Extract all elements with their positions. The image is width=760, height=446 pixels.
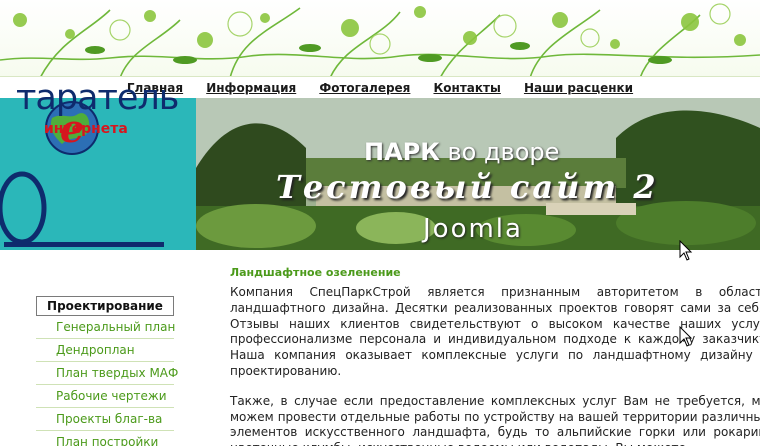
article-paragraph-2: Также, в случае если предоставление комп… — [230, 393, 760, 446]
logo-word: таратель — [16, 78, 180, 118]
mouse-pointer-icon — [679, 240, 693, 261]
park-slogan-bold: ПАРК — [364, 138, 440, 166]
sidebar-item-building-plan[interactable]: План постройки — [36, 431, 174, 446]
logo-word-main: тарател — [16, 78, 160, 118]
sidebar-menu: Проектирование Генеральный план Дендропл… — [36, 296, 178, 446]
sidebar-item-general-plan[interactable]: Генеральный план — [36, 316, 175, 339]
sidebar-item-landscaping-projects[interactable]: Проекты благ-ва — [36, 408, 174, 431]
nav-prices[interactable]: Наши расценки — [524, 81, 633, 95]
park-slogan-rest: во дворе — [439, 138, 560, 166]
floral-header — [0, 0, 760, 78]
floral-ornament — [0, 3, 760, 78]
main-content: Ландшафтное озеленение Компания СпецПарк… — [230, 266, 760, 446]
mouse-pointer-icon-2 — [679, 326, 693, 347]
sidebar-item-working-drawings[interactable]: Рабочие чертежи — [36, 385, 174, 408]
nav-info[interactable]: Информация — [206, 81, 296, 95]
sidebar-item-dendroplan[interactable]: Дендроплан — [36, 339, 174, 362]
site-title: Тестовый сайт 2 — [276, 168, 659, 206]
nav-contacts[interactable]: Контакты — [433, 81, 500, 95]
article-heading: Ландшафтное озеленение — [230, 266, 401, 279]
logo-subtitle: интернета — [44, 121, 128, 137]
nav-gallery[interactable]: Фотогалерея — [319, 81, 410, 95]
logo-word-end: ь — [158, 78, 180, 118]
sidebar-heading-design[interactable]: Проектирование — [36, 296, 174, 316]
park-slogan: ПАРК во дворе — [364, 138, 559, 166]
sidebar-item-hardscape-plan[interactable]: План твердых МАФ — [36, 362, 178, 385]
cms-name: Joomla — [423, 214, 523, 244]
